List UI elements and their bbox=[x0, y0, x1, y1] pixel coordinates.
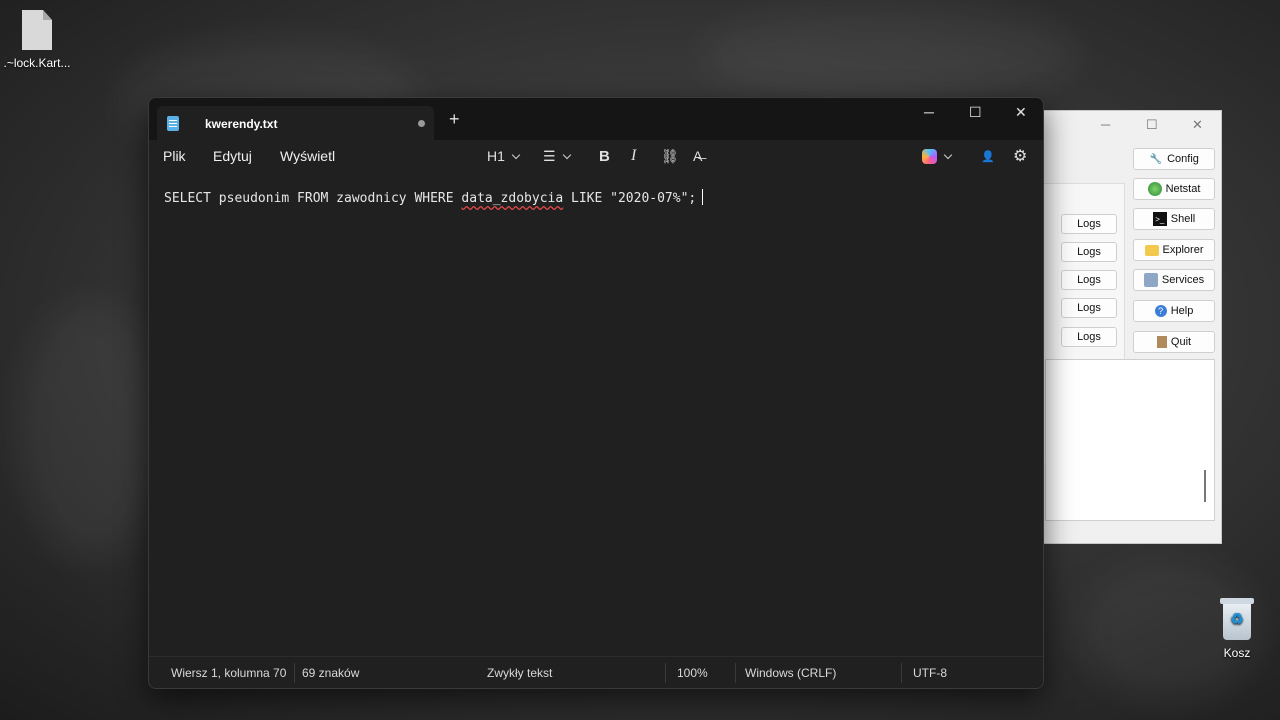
help-icon: ? bbox=[1154, 305, 1167, 317]
bg-maximize-button[interactable]: ☐ bbox=[1146, 117, 1158, 133]
logs-button[interactable]: Logs bbox=[1061, 270, 1117, 290]
menu-bar: Plik Edytuj Wyświetl H1 ☰ B I ⛓ A̶ 👤 ⚙ bbox=[149, 140, 1043, 172]
chevron-down-icon bbox=[511, 150, 521, 159]
notepad-titlebar: kwerendy.txt + ─ ☐ ✕ bbox=[149, 98, 1043, 140]
misspelled-word[interactable]: data_zdobycia bbox=[461, 191, 563, 206]
terminal-icon: >_ bbox=[1152, 212, 1167, 226]
scrollbar[interactable] bbox=[1204, 470, 1206, 502]
quit-button[interactable]: Quit bbox=[1133, 331, 1215, 353]
text-format[interactable]: Zwykły tekst bbox=[487, 666, 552, 680]
bg-minimize-button[interactable]: ─ bbox=[1101, 117, 1110, 132]
line-ending[interactable]: Windows (CRLF) bbox=[745, 666, 836, 680]
recycle-bin-icon: ♻ bbox=[1220, 598, 1254, 640]
character-count: 69 znaków bbox=[302, 666, 360, 680]
user-icon: 👤 bbox=[981, 150, 995, 163]
logs-button[interactable]: Logs bbox=[1061, 298, 1117, 318]
bold-button[interactable]: B bbox=[599, 146, 610, 166]
encoding[interactable]: UTF-8 bbox=[913, 666, 947, 680]
settings-button[interactable]: ⚙ bbox=[1013, 146, 1027, 166]
desktop-file-label: .~lock.Kart... bbox=[3, 56, 71, 70]
help-button[interactable]: ? Help bbox=[1133, 300, 1215, 322]
logs-button[interactable]: Logs bbox=[1061, 327, 1117, 347]
gear-icon: ⚙ bbox=[1013, 148, 1028, 165]
netstat-label: Netstat bbox=[1165, 183, 1201, 195]
background-app-window[interactable]: ─ ☐ ✕ Logs Logs Logs Logs Logs 🔧 Config … bbox=[1030, 110, 1222, 544]
notepad-window[interactable]: kwerendy.txt + ─ ☐ ✕ Plik Edytuj Wyświet… bbox=[148, 97, 1044, 689]
background-app-titlebar: ─ ☐ ✕ bbox=[1031, 111, 1221, 141]
text-caret bbox=[702, 189, 704, 205]
editor-text: SELECT pseudonim FROM zawodnicy WHERE da… bbox=[164, 189, 704, 206]
clear-formatting-button[interactable]: A̶ bbox=[693, 146, 702, 166]
globe-icon bbox=[1147, 182, 1162, 196]
logs-button[interactable]: Logs bbox=[1061, 214, 1117, 234]
tab-kwerendy[interactable]: kwerendy.txt bbox=[157, 106, 434, 140]
menu-file[interactable]: Plik bbox=[163, 148, 186, 164]
recycle-bin-label: Kosz bbox=[1223, 646, 1251, 660]
help-label: Help bbox=[1170, 305, 1194, 317]
notepad-document-icon bbox=[167, 116, 179, 131]
link-button[interactable]: ⛓ bbox=[661, 146, 679, 166]
heading-dropdown[interactable]: H1 bbox=[487, 146, 521, 166]
services-button[interactable]: Services bbox=[1133, 269, 1215, 291]
explorer-button[interactable]: Explorer bbox=[1133, 239, 1215, 261]
close-button[interactable]: ✕ bbox=[1015, 104, 1027, 121]
clear-formatting-icon: A̶ bbox=[693, 148, 703, 164]
logs-button[interactable]: Logs bbox=[1061, 242, 1117, 262]
new-tab-button[interactable]: + bbox=[449, 110, 460, 128]
log-output-area[interactable] bbox=[1045, 359, 1215, 521]
explorer-label: Explorer bbox=[1162, 244, 1204, 256]
italic-icon: I bbox=[631, 147, 637, 164]
copilot-dropdown[interactable] bbox=[922, 146, 953, 166]
quit-icon bbox=[1156, 336, 1167, 348]
desktop-file-icon[interactable]: .~lock.Kart... bbox=[0, 10, 77, 70]
minimize-button[interactable]: ─ bbox=[924, 104, 934, 120]
config-button[interactable]: 🔧 Config bbox=[1133, 148, 1215, 170]
list-icon: ☰ bbox=[543, 147, 556, 164]
menu-view[interactable]: Wyświetl bbox=[280, 148, 335, 164]
folder-icon bbox=[1144, 244, 1159, 256]
recycle-bin[interactable]: ♻ Kosz bbox=[1197, 598, 1277, 660]
italic-button[interactable]: I bbox=[631, 146, 636, 166]
document-icon bbox=[22, 10, 52, 50]
tab-title: kwerendy.txt bbox=[205, 117, 278, 131]
unsaved-dot-icon[interactable] bbox=[418, 120, 425, 127]
status-bar: Wiersz 1, kolumna 70 69 znaków Zwykły te… bbox=[149, 656, 1043, 688]
account-button[interactable]: 👤 bbox=[981, 146, 995, 166]
services-icon bbox=[1143, 273, 1158, 287]
copilot-icon bbox=[922, 148, 937, 164]
bg-close-button[interactable]: ✕ bbox=[1192, 117, 1203, 133]
menu-edit[interactable]: Edytuj bbox=[213, 148, 252, 164]
config-label: Config bbox=[1167, 153, 1199, 165]
maximize-button[interactable]: ☐ bbox=[969, 104, 982, 121]
list-dropdown[interactable]: ☰ bbox=[543, 146, 571, 166]
zoom-level[interactable]: 100% bbox=[677, 666, 708, 680]
chevron-down-icon bbox=[562, 150, 571, 159]
query-text-end: LIKE "2020-07%"; bbox=[563, 191, 697, 206]
heading-label: H1 bbox=[487, 148, 505, 164]
shell-label: Shell bbox=[1170, 213, 1196, 225]
text-editor-area[interactable]: SELECT pseudonim FROM zawodnicy WHERE da… bbox=[149, 172, 1043, 658]
bold-icon: B bbox=[599, 147, 610, 165]
cursor-position: Wiersz 1, kolumna 70 bbox=[171, 666, 287, 680]
chevron-down-icon bbox=[943, 150, 953, 159]
netstat-button[interactable]: Netstat bbox=[1133, 178, 1215, 200]
wrench-icon: 🔧 bbox=[1149, 153, 1163, 165]
services-label: Services bbox=[1161, 274, 1205, 286]
shell-button[interactable]: >_ Shell bbox=[1133, 208, 1215, 230]
query-text-start: SELECT pseudonim FROM zawodnicy WHERE bbox=[164, 191, 462, 206]
link-icon: ⛓ bbox=[661, 147, 679, 164]
quit-label: Quit bbox=[1170, 336, 1192, 348]
